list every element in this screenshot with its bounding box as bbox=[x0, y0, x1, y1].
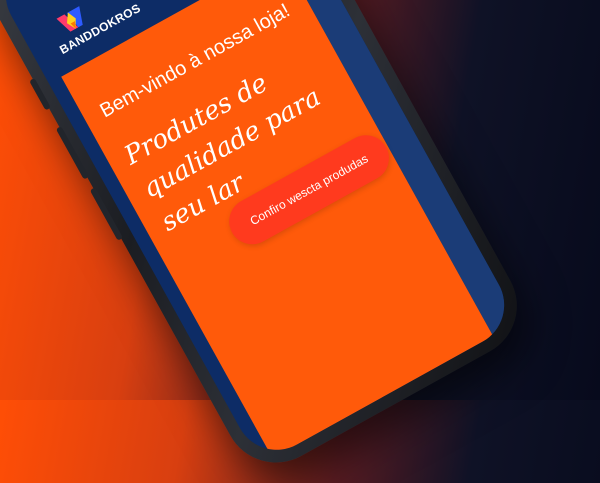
phone-mockup: BANDDOKROS Bem-vindo à nossa loja! Produ… bbox=[0, 0, 536, 482]
phone-screen: BANDDOKROS Bem-vindo à nossa loja! Produ… bbox=[0, 0, 520, 465]
